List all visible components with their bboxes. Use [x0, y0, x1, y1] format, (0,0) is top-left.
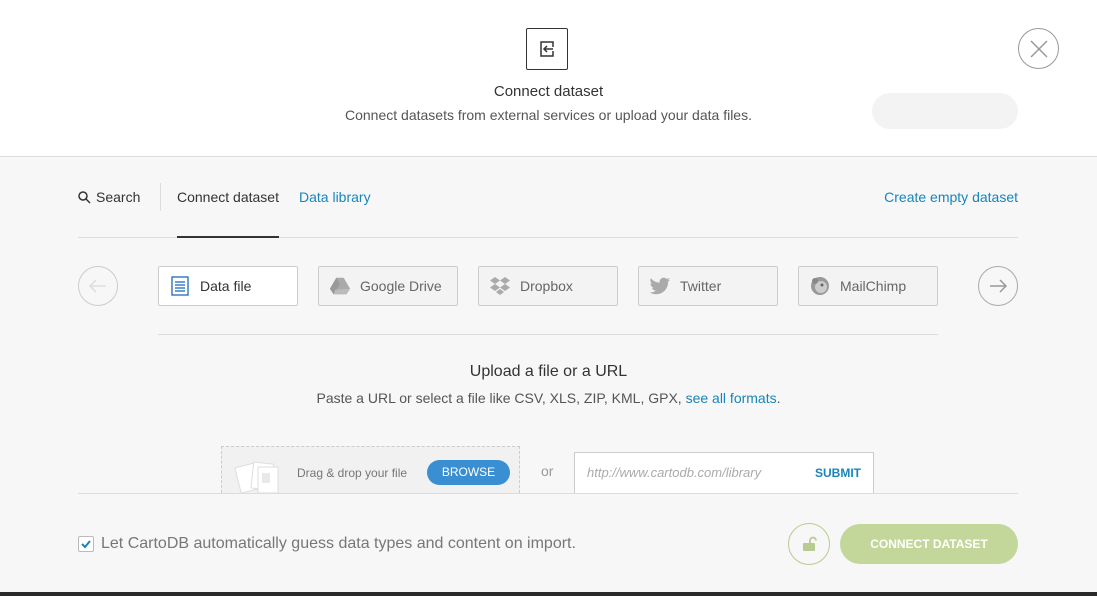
- tab-connect-dataset[interactable]: Connect dataset: [177, 189, 279, 205]
- connector-label: Google Drive: [360, 278, 442, 294]
- modal-subtitle: Connect datasets from external services …: [345, 107, 752, 123]
- upload-subtitle: Paste a URL or select a file like CSV, X…: [0, 390, 1097, 406]
- connector-label: Dropbox: [520, 278, 573, 294]
- upload-title: Upload a file or a URL: [469, 363, 628, 380]
- file-drop-zone[interactable]: Drag & drop your file BROWSE: [221, 446, 520, 493]
- guess-types-label: Let CartoDB automatically guess data typ…: [101, 535, 576, 552]
- tab-search[interactable]: Search: [78, 189, 140, 205]
- modal-header: Connect dataset Connect datasets from ex…: [0, 0, 1097, 157]
- mailchimp-icon: [809, 275, 831, 297]
- url-box: SUBMIT: [574, 452, 874, 493]
- modal-title: Connect dataset: [493, 83, 604, 100]
- connector-label: MailChimp: [840, 278, 907, 294]
- unlock-icon: [803, 536, 817, 551]
- connector-data-file[interactable]: Data file: [158, 266, 298, 306]
- checkmark-icon: [81, 540, 91, 549]
- guess-types-checkbox[interactable]: [78, 536, 94, 552]
- upload-subtitle-suffix: .: [776, 390, 781, 406]
- connect-dataset-icon: [526, 28, 568, 70]
- data-file-icon: [169, 275, 191, 297]
- connector-mailchimp[interactable]: MailChimp: [798, 266, 938, 306]
- footer-divider: [78, 493, 1018, 494]
- files-icon: [234, 461, 279, 493]
- create-empty-dataset-link[interactable]: Create empty dataset: [884, 189, 1018, 205]
- connector-label: Twitter: [680, 278, 722, 294]
- google-drive-icon: [329, 275, 351, 297]
- submit-button[interactable]: SUBMIT: [815, 466, 861, 480]
- background-strip: [0, 592, 1097, 596]
- carousel-prev-button[interactable]: [78, 266, 118, 306]
- carousel-next-button[interactable]: [978, 266, 1018, 306]
- search-icon: [78, 190, 91, 204]
- arrow-right-icon: [990, 279, 1008, 293]
- close-icon: [1029, 39, 1048, 58]
- privacy-toggle-button[interactable]: [788, 523, 830, 565]
- dropbox-icon: [489, 275, 511, 297]
- or-separator: or: [541, 463, 554, 479]
- connector-twitter[interactable]: Twitter: [638, 266, 778, 306]
- active-tab-indicator: [177, 236, 279, 238]
- url-input[interactable]: [587, 465, 797, 480]
- divider: [158, 334, 938, 335]
- arrow-left-icon: [88, 279, 106, 293]
- upload-subtitle-text: Paste a URL or select a file like CSV, X…: [316, 390, 682, 406]
- connector-label: Data file: [200, 278, 252, 294]
- drag-drop-text: Drag & drop your file: [297, 466, 408, 480]
- dataset-tabs: Search Connect dataset Data library Crea…: [78, 157, 1018, 238]
- tab-divider: [160, 183, 161, 211]
- connector-dropbox[interactable]: Dropbox: [478, 266, 618, 306]
- tab-search-label: Search: [96, 189, 141, 205]
- close-button[interactable]: [1018, 28, 1059, 69]
- connect-dataset-button[interactable]: CONNECT DATASET: [840, 524, 1018, 564]
- twitter-icon: [649, 275, 671, 297]
- see-all-formats-link[interactable]: see all formats: [686, 390, 777, 406]
- connector-google-drive[interactable]: Google Drive: [318, 266, 458, 306]
- browse-button[interactable]: BROWSE: [427, 460, 510, 485]
- tab-data-library[interactable]: Data library: [299, 189, 371, 205]
